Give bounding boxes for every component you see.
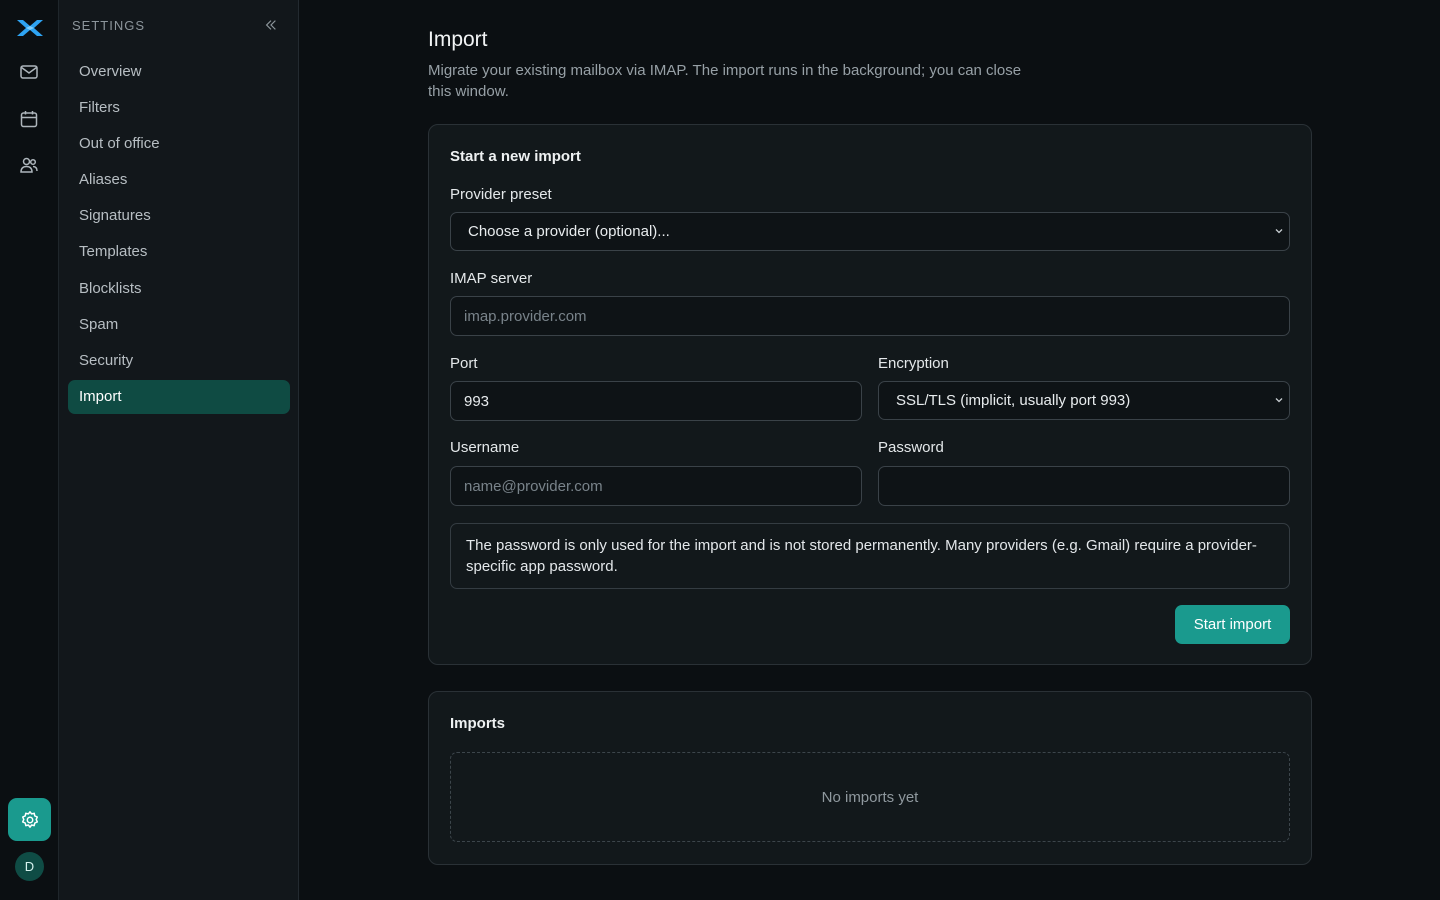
username-label: Username: [450, 439, 520, 456]
sidebar-title: SETTINGS: [72, 18, 146, 33]
username-input[interactable]: name@provider.com: [450, 466, 862, 506]
mail-icon[interactable]: [14, 57, 44, 87]
main-content: Import Migrate your existing mailbox via…: [300, 0, 1440, 900]
start-import-card: Start a new import Provider preset Choos…: [428, 124, 1312, 665]
settings-sidebar: SETTINGS Overview Filters Out of office …: [59, 0, 299, 900]
port-value: 993: [464, 392, 490, 410]
encryption-label: Encryption: [878, 355, 949, 372]
chevron-down-icon: [1275, 398, 1283, 403]
provider-select[interactable]: Choose a provider (optional)...: [450, 212, 1290, 251]
password-label: Password: [878, 439, 944, 456]
sidebar-item-label: Overview: [79, 62, 142, 80]
port-input[interactable]: 993: [450, 381, 862, 421]
page-description: Migrate your existing mailbox via IMAP. …: [428, 62, 1022, 100]
sidebar-item-templates[interactable]: Templates: [68, 235, 290, 269]
encryption-select[interactable]: SSL/TLS (implicit, usually port 993): [878, 381, 1290, 420]
sidebar-item-signatures[interactable]: Signatures: [68, 199, 290, 233]
sidebar-item-aliases[interactable]: Aliases: [68, 163, 290, 197]
collapse-sidebar-button[interactable]: [262, 16, 280, 34]
encryption-select-value: SSL/TLS (implicit, usually port 993): [896, 392, 1131, 409]
sidebar-item-spam[interactable]: Spam: [68, 307, 290, 341]
chevron-down-icon: [1275, 229, 1283, 234]
password-info-notice: The password is only used for the import…: [450, 523, 1290, 589]
chevrons-left-icon: [265, 20, 276, 30]
password-input[interactable]: [878, 466, 1290, 506]
settings-nav: Overview Filters Out of office Aliases S…: [68, 54, 290, 416]
sidebar-item-label: Filters: [79, 98, 120, 116]
logo-icon[interactable]: [15, 13, 45, 43]
contacts-icon[interactable]: [14, 150, 44, 180]
icon-rail: D: [0, 0, 59, 900]
sidebar-item-label: Aliases: [79, 171, 128, 189]
sidebar-item-filters[interactable]: Filters: [68, 90, 290, 124]
imap-server-placeholder: imap.provider.com: [464, 307, 587, 325]
app-window: D SETTINGS Overview Filters Out of offic…: [0, 0, 1440, 900]
sidebar-item-out-of-office[interactable]: Out of office: [68, 126, 290, 160]
settings-button[interactable]: [8, 798, 51, 841]
sidebar-item-label: Security: [79, 352, 134, 369]
server-label: IMAP server: [450, 270, 533, 287]
card-title: Imports: [450, 715, 506, 732]
sidebar-item-label: Blocklists: [79, 279, 142, 297]
sidebar-item-overview[interactable]: Overview: [68, 54, 290, 88]
imports-empty-state: No imports yet: [450, 752, 1290, 842]
sidebar-item-label: Import: [79, 388, 122, 406]
provider-select-value: Choose a provider (optional)...: [468, 223, 670, 240]
sidebar-item-security[interactable]: Security: [68, 344, 290, 378]
imports-card: Imports No imports yet: [428, 691, 1312, 865]
page-title: Import: [428, 28, 488, 51]
imap-server-input[interactable]: imap.provider.com: [450, 296, 1290, 336]
sidebar-item-label: Spam: [79, 315, 119, 333]
start-import-button[interactable]: Start import: [1175, 605, 1290, 644]
avatar[interactable]: D: [15, 852, 44, 881]
card-title: Start a new import: [450, 148, 581, 165]
username-placeholder: name@provider.com: [464, 477, 603, 495]
sidebar-item-blocklists[interactable]: Blocklists: [68, 271, 290, 305]
gear-icon: [21, 810, 38, 828]
provider-label: Provider preset: [450, 186, 552, 203]
sidebar-item-label: Out of office: [79, 134, 160, 152]
sidebar-item-label: Templates: [79, 243, 148, 261]
port-label: Port: [450, 355, 478, 372]
sidebar-item-import[interactable]: Import: [68, 379, 290, 414]
calendar-icon[interactable]: [14, 104, 44, 134]
sidebar-item-label: Signatures: [79, 207, 151, 225]
